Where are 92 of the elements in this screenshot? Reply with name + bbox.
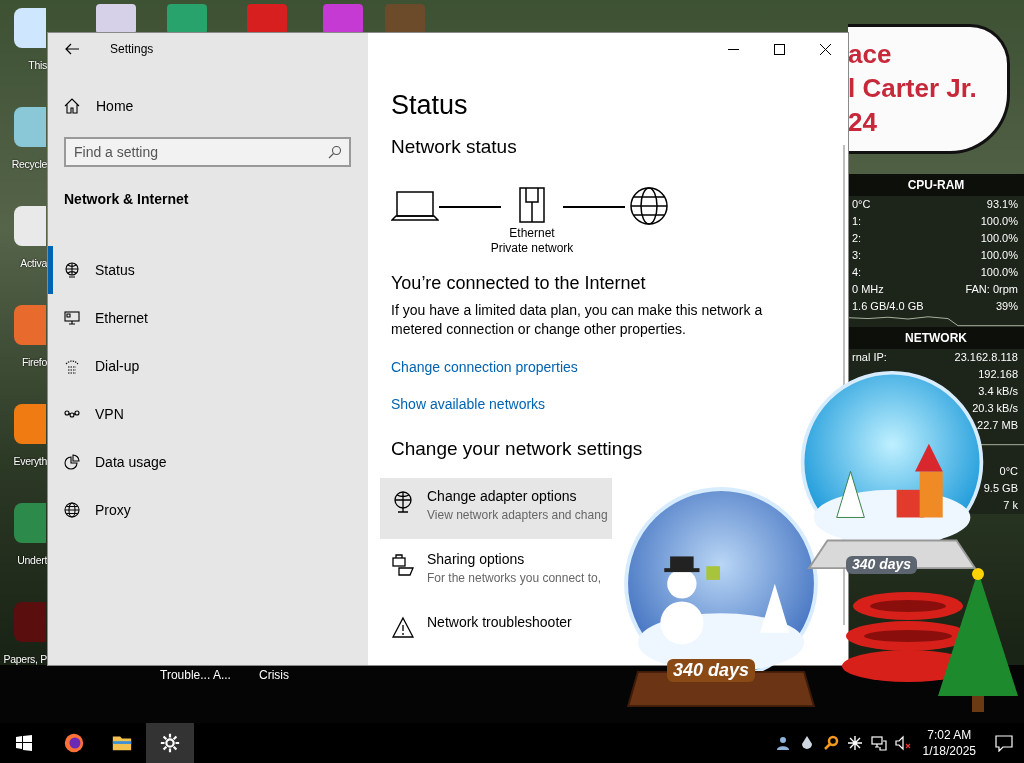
widget-value: 192.168 — [978, 367, 1018, 383]
widget-value: 7 k — [1003, 498, 1018, 513]
asterisk-icon[interactable] — [846, 735, 863, 751]
desktop-icon-label[interactable]: Firefo — [0, 356, 47, 368]
widget-value: 20.3 kB/s — [972, 401, 1018, 417]
widget-label: 0°C — [852, 197, 871, 212]
desktop-shortcut-icon[interactable] — [385, 4, 425, 34]
home-nav-item[interactable]: Home — [48, 94, 368, 118]
widget-label: 2: — [852, 231, 862, 246]
status-heading: You’re connected to the Internet — [391, 273, 647, 295]
home-icon — [64, 98, 80, 114]
widget-value: 93.1% — [986, 197, 1018, 212]
option-description: For the networks you connect to, — [427, 570, 602, 587]
widget-value: 22.7 MB — [977, 418, 1018, 434]
printer-folder-icon — [391, 553, 415, 577]
maximize-icon — [773, 43, 785, 55]
link[interactable]: Show available networks — [391, 396, 546, 412]
day-counter: 340 days — [846, 556, 918, 574]
note-text: ace — [848, 38, 893, 71]
nav-item[interactable]: Proxy — [48, 486, 368, 534]
nav-item[interactable]: Status — [48, 246, 368, 294]
search-field[interactable]: Find a setting — [64, 137, 351, 167]
widget-value: 9.5 GB — [983, 481, 1018, 496]
network-icon[interactable] — [870, 735, 887, 751]
option-title: Network troubleshooter — [427, 613, 572, 632]
warning-icon — [391, 616, 415, 640]
widget-value: 23.162.8.118 — [954, 350, 1018, 366]
settings-icon — [159, 732, 181, 754]
note-text: l Carter Jr. — [848, 72, 978, 105]
phone-icon — [64, 358, 80, 374]
muted-speaker-icon[interactable] — [894, 735, 911, 751]
widget-label: 4: — [852, 265, 862, 280]
widget-value: 100.0% — [980, 231, 1018, 246]
globe-monitor-icon — [391, 490, 415, 514]
settings-option[interactable]: Sharing options For the networks you connect to, — [380, 541, 612, 602]
widget-label: rnal IP: — [852, 350, 887, 366]
window-title: Settings — [110, 42, 154, 56]
desktop-shortcut-icon[interactable] — [323, 4, 363, 34]
pie-chart-icon — [64, 454, 80, 470]
widget-label: 3: — [852, 248, 862, 263]
settings-option[interactable]: Change adapter options View network adapters and chang — [380, 478, 612, 539]
desktop-icon-label[interactable]: Trouble... A... — [160, 668, 231, 682]
taskbar-app-button[interactable] — [146, 723, 194, 763]
magnifier-icon[interactable] — [822, 735, 839, 751]
nav-item[interactable]: Ethernet — [48, 294, 368, 342]
globe-icon — [64, 262, 80, 278]
widget-label: 1.6 GB/4.0 GB — [852, 299, 924, 314]
windows-logo-icon — [16, 735, 32, 751]
adapter-label: Ethernet — [509, 226, 555, 241]
note-text: 24 — [848, 106, 878, 139]
option-description: View network adapters and chang — [427, 507, 608, 524]
section-heading: Network status — [391, 136, 518, 159]
desktop-icon-label[interactable]: Crisis — [259, 668, 289, 682]
globe-icon — [64, 502, 80, 518]
widget-label: 0 MHz — [852, 282, 884, 297]
status-description: If you have a limited data plan, you can make this network a metered connection or change other properties. — [391, 301, 764, 339]
widget-value: 100.0% — [980, 248, 1018, 263]
nav-item[interactable]: Dial-up — [48, 342, 368, 390]
nav-item[interactable]: VPN — [48, 390, 368, 438]
firefox-icon — [63, 732, 85, 754]
desktop-icon-label[interactable]: Recycle — [0, 158, 47, 170]
section-heading: Change your network settings — [391, 438, 644, 461]
widget-value: 0°C — [999, 464, 1018, 479]
desktop-shortcut-icon[interactable] — [247, 4, 287, 34]
widget-value: FAN: 0rpm — [965, 282, 1018, 297]
widget-value: 3.4 kB/s — [978, 384, 1018, 400]
search-icon — [328, 145, 342, 159]
desktop-icon-label[interactable]: Undert — [0, 554, 47, 566]
desktop-icon-label[interactable]: Everyth — [0, 455, 47, 467]
back-arrow-icon[interactable] — [64, 41, 80, 57]
monitor-icon — [64, 310, 80, 326]
settings-option[interactable]: Network troubleshooter — [380, 604, 612, 665]
person-icon[interactable] — [774, 735, 791, 751]
option-title: Change adapter options — [427, 487, 578, 506]
link[interactable]: Change connection properties — [391, 359, 578, 375]
network-profile-label: Private network — [490, 241, 574, 256]
desktop-icon-label[interactable]: This — [0, 59, 47, 71]
clock[interactable]: 7:02 AM 1/18/2025 — [914, 727, 984, 759]
widget-header: CPU-RAM — [848, 174, 1024, 196]
nav-item[interactable]: Data usage — [48, 438, 368, 486]
widget-header: NETWORK — [848, 327, 1024, 350]
widget-value: 100.0% — [980, 265, 1018, 280]
widget-value: 39% — [995, 299, 1018, 314]
option-title: Sharing options — [427, 550, 526, 569]
desktop-icon-label[interactable]: Activa — [0, 257, 47, 269]
day-counter: 340 days — [667, 659, 756, 682]
widget-value: 100.0% — [980, 214, 1018, 229]
section-heading: Network & Internet — [63, 191, 190, 209]
desktop-icon-label[interactable]: Papers, P — [0, 653, 47, 665]
close-icon — [819, 43, 831, 55]
widget-label: 1: — [852, 214, 862, 229]
page-title: Status — [391, 90, 469, 122]
